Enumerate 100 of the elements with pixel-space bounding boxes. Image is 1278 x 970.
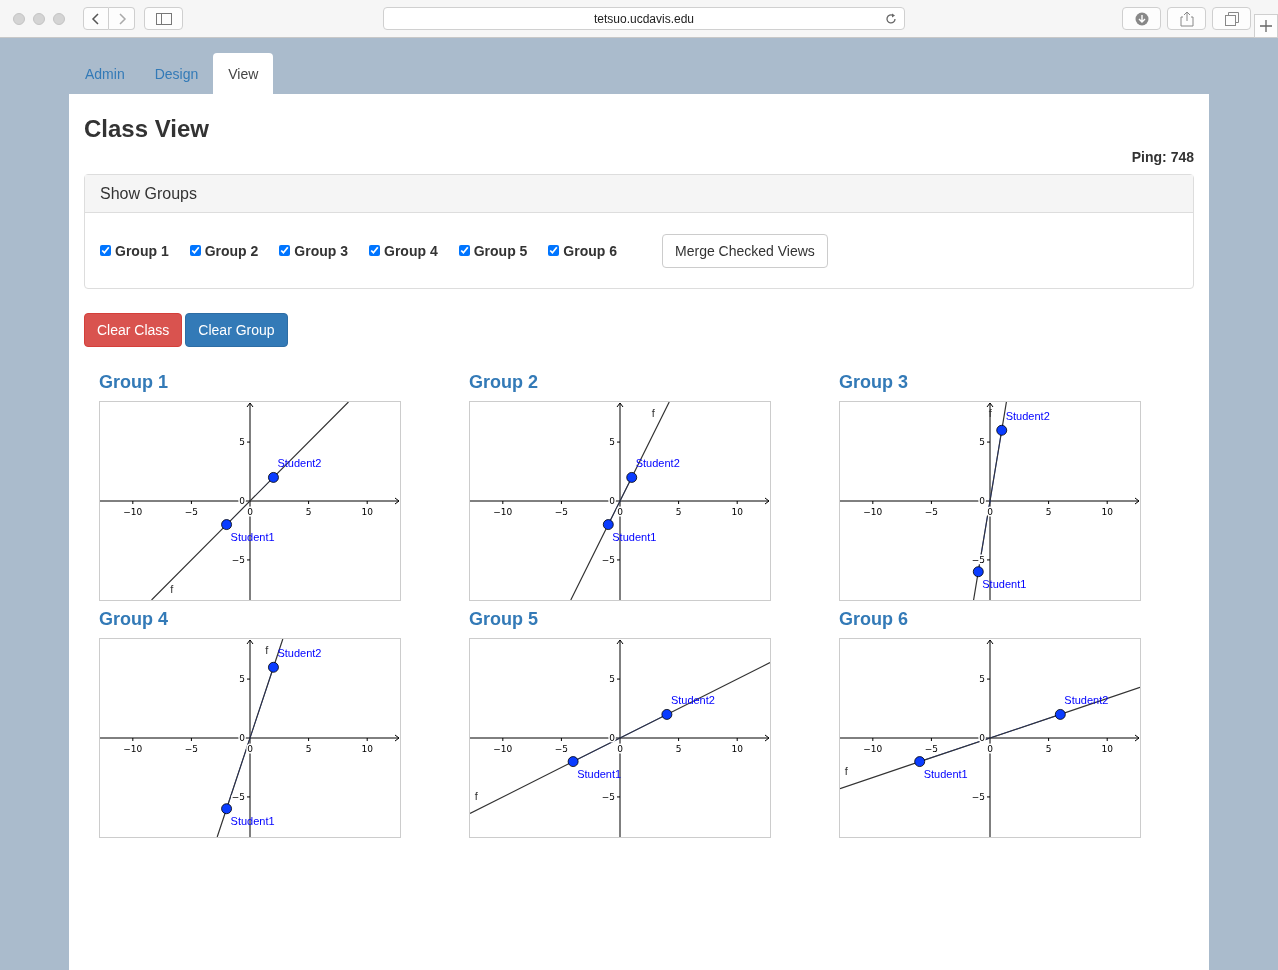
checkbox-label: Group 6 [563,242,618,259]
point-marker[interactable] [602,519,614,530]
x-tick-label: 10 [361,744,373,754]
chevron-left-icon [91,11,101,26]
url-text: tetsuo.ucdavis.edu [593,11,695,26]
reload-icon[interactable] [885,13,897,25]
group-checkbox[interactable] [369,245,380,256]
graph-title: Group 6 [839,608,909,630]
x-tick-label: −10 [493,507,513,517]
point-marker[interactable] [221,803,232,815]
point-label: Student1 [923,767,968,780]
point-label: Student2 [1005,410,1050,423]
graph-title: Group 3 [839,371,909,393]
y-tick-label: 0 [979,733,985,743]
plus-icon [1260,19,1272,32]
x-tick-label: 10 [361,507,373,517]
point-marker[interactable] [1054,709,1066,720]
point-marker[interactable] [972,566,984,578]
y-tick-label: 5 [609,437,615,448]
checkbox-label: Group 1 [115,242,169,259]
point-marker[interactable] [626,472,638,483]
checkbox-label: Group 3 [294,242,348,259]
new-tab-button[interactable] [1254,13,1278,38]
function-label: f [474,789,478,802]
point-marker[interactable] [914,756,926,767]
y-tick-label: −5 [601,554,615,565]
y-tick-label: −5 [231,791,245,802]
y-tick-label: 0 [609,496,615,506]
y-tick-label: −5 [971,791,985,802]
graph-title: Group 2 [469,371,539,393]
checkbox-label: Group 5 [473,242,528,259]
x-tick-label: 0 [247,744,253,754]
checkbox-label: Group 4 [384,242,438,259]
x-tick-label: −5 [924,507,939,517]
x-tick-label: −5 [554,507,569,517]
point-label: Student1 [230,814,275,827]
x-tick-label: 5 [305,507,312,517]
x-tick-label: 5 [675,507,682,517]
panel-heading: Show Groups [100,184,197,203]
x-tick-label: 10 [731,507,743,517]
x-tick-label: 10 [731,744,743,754]
clear-class-button[interactable]: Clear Class [84,313,183,347]
point-marker[interactable] [268,472,279,483]
x-tick-label: 10 [1101,744,1113,754]
nav-tab[interactable]: Admin [70,53,140,94]
group-checkbox[interactable] [189,245,201,256]
function-label: f [265,643,269,656]
y-tick-label: 0 [609,733,615,743]
x-tick-label: 0 [617,507,623,517]
nav-tab[interactable]: View [213,53,274,94]
x-tick-label: −5 [184,744,199,754]
x-tick-label: −10 [493,744,513,754]
share-icon [1179,10,1194,27]
sidebar-button[interactable] [144,7,183,30]
x-tick-label: −5 [184,507,199,517]
point-label: Student2 [277,647,322,660]
group-checkbox[interactable] [458,245,470,256]
tabs-button[interactable] [1212,7,1251,30]
chevron-right-icon [116,11,127,26]
y-tick-label: 5 [609,674,615,685]
x-tick-label: −10 [123,744,143,754]
y-tick-label: 5 [979,437,985,448]
point-label: Student1 [612,530,657,543]
group-checkbox[interactable] [279,245,291,256]
sidebar-icon [155,12,172,25]
point-marker[interactable] [661,709,673,720]
y-tick-label: −5 [231,554,245,565]
point-label: Student1 [230,530,275,543]
y-tick-label: −5 [601,791,615,802]
x-tick-label: 5 [305,744,312,754]
page-title: Class View [84,114,210,144]
y-tick-label: 5 [979,674,985,685]
graph-title: Group 5 [469,608,539,630]
y-tick-label: 0 [239,496,245,506]
ping-text: Ping: 748 [1131,148,1194,167]
y-tick-label: 5 [239,674,245,685]
x-tick-label: −10 [123,507,143,517]
point-marker[interactable] [221,519,232,530]
graph-title: Group 1 [99,371,169,393]
point-marker[interactable] [567,756,579,767]
clear-group-button[interactable]: Clear Group [185,313,288,347]
x-tick-label: 0 [617,744,623,754]
graph-title: Group 4 [99,608,169,630]
point-marker[interactable] [268,661,279,673]
group-checkbox[interactable] [100,245,111,256]
address-bar[interactable]: tetsuo.ucdavis.edu [383,7,905,30]
group-checkbox[interactable] [548,245,560,256]
back-button[interactable] [83,7,109,30]
tabs-icon [1224,11,1239,26]
download-icon [1134,11,1149,26]
x-tick-label: −5 [924,744,939,754]
y-tick-label: 0 [239,733,245,743]
point-marker[interactable] [996,424,1008,436]
y-tick-label: 5 [239,437,245,448]
nav-tab[interactable]: Design [139,53,214,94]
point-label: Student1 [982,577,1027,590]
x-tick-label: −5 [554,744,569,754]
download-button[interactable] [1122,7,1161,30]
x-tick-label: 5 [675,744,682,754]
merge-views-button[interactable]: Merge Checked Views [662,233,828,268]
